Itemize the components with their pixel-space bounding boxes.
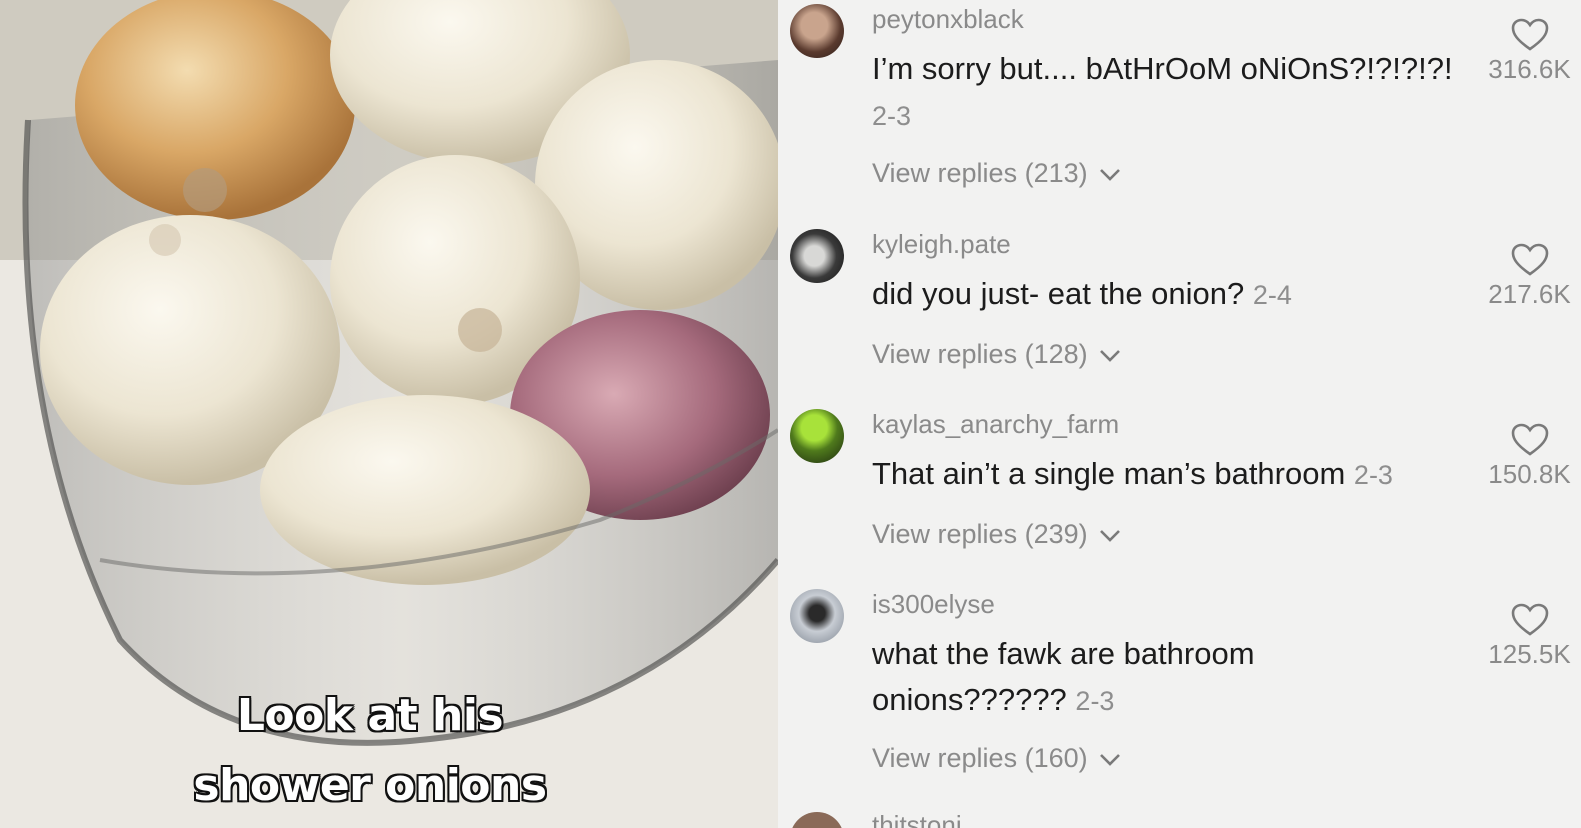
- view-replies-button[interactable]: View replies (128): [872, 339, 1121, 370]
- comment-body: what the fawk are bathroom onions??????: [872, 636, 1255, 717]
- like-count: 125.5K: [1488, 639, 1571, 669]
- comment-text: what the fawk are bathroom onions?????? …: [872, 631, 1312, 724]
- avatar[interactable]: [790, 4, 844, 58]
- like-button[interactable]: 150.8K: [1478, 423, 1581, 490]
- comment-body: That ain’t a single man’s bathroom: [872, 456, 1346, 491]
- comment-username[interactable]: thjtstoni: [872, 810, 962, 828]
- video-frame[interactable]: Look at his shower onions: [0, 0, 778, 828]
- comment-username[interactable]: is300elyse: [872, 589, 995, 620]
- heart-outline-icon: [1511, 243, 1548, 276]
- view-replies-button[interactable]: View replies (239): [872, 519, 1121, 550]
- view-replies-label: View replies (213): [872, 158, 1088, 188]
- comment-text: That ain’t a single man’s bathroom 2-3: [872, 451, 1512, 498]
- chevron-down-icon: [1100, 349, 1121, 362]
- view-replies-button[interactable]: View replies (213): [872, 158, 1121, 189]
- chevron-down-icon: [1100, 168, 1121, 181]
- comment-username[interactable]: peytonxblack: [872, 4, 1024, 35]
- chevron-down-icon: [1100, 753, 1121, 766]
- avatar[interactable]: [790, 812, 844, 828]
- comment-text: I’m sorry but.... bAtHrOoM oNiOnS?!?!?!?…: [872, 46, 1472, 139]
- comment-date: 2-3: [1353, 460, 1393, 490]
- avatar[interactable]: [790, 409, 844, 463]
- like-count: 150.8K: [1488, 459, 1571, 489]
- avatar[interactable]: [790, 229, 844, 283]
- comment-username[interactable]: kaylas_anarchy_farm: [872, 409, 1119, 440]
- avatar[interactable]: [790, 589, 844, 643]
- comment-body: did you just- eat the onion?: [872, 276, 1245, 311]
- view-replies-label: View replies (160): [872, 743, 1088, 773]
- comment-date: 2-3: [872, 101, 912, 131]
- view-replies-button[interactable]: View replies (160): [872, 743, 1121, 774]
- comments-panel[interactable]: peytonxblack I’m sorry but.... bAtHrOoM …: [778, 0, 1581, 828]
- heart-outline-icon: [1511, 18, 1548, 51]
- like-count: 217.6K: [1488, 279, 1571, 309]
- like-button[interactable]: 217.6K: [1478, 243, 1581, 310]
- like-count: 316.6K: [1488, 54, 1571, 84]
- like-button[interactable]: 316.6K: [1478, 18, 1581, 85]
- comment-username[interactable]: kyleigh.pate: [872, 229, 1011, 260]
- like-button[interactable]: 125.5K: [1478, 603, 1581, 670]
- comment-text: did you just- eat the onion? 2-4: [872, 271, 1472, 318]
- comment-date: 2-3: [1075, 686, 1115, 716]
- view-replies-label: View replies (128): [872, 339, 1088, 369]
- view-replies-label: View replies (239): [872, 519, 1088, 549]
- comment-body: I’m sorry but.... bAtHrOoM oNiOnS?!?!?!?…: [872, 51, 1453, 86]
- chevron-down-icon: [1100, 529, 1121, 542]
- comment-date: 2-4: [1252, 280, 1292, 310]
- video-caption-line2: shower onions: [193, 760, 547, 811]
- heart-outline-icon: [1511, 423, 1548, 456]
- heart-outline-icon: [1511, 603, 1548, 636]
- video-caption-line1: Look at his: [236, 690, 504, 741]
